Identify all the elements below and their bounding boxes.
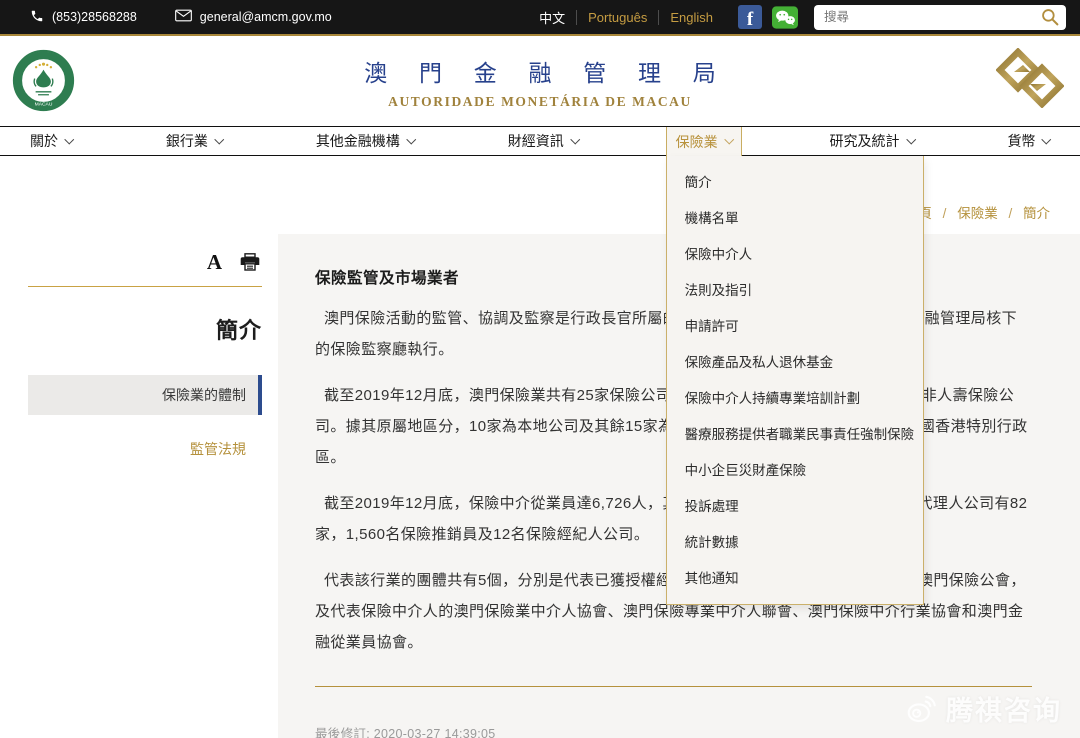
dropdown-menu-item[interactable]: 保險中介人持續專業培訓計劃 [667, 379, 923, 415]
search-input[interactable] [814, 5, 1066, 30]
nav-item-label: 銀行業 [166, 131, 208, 151]
search-icon[interactable] [1041, 8, 1059, 26]
site-title-chinese: 澳 門 金 融 管 理 局 [364, 54, 729, 88]
chevron-down-icon [570, 134, 579, 143]
dropdown-menu-item[interactable]: 其他通知 [667, 559, 923, 595]
nav-item[interactable]: 保險業 簡介機構名單保險中介人法則及指引申請許可保險產品及私人退休基金保險中介人… [666, 127, 743, 156]
site-header: MACAU 澳 門 金 融 管 理 局 AUTORIDADE MONETÁRIA… [0, 36, 1080, 126]
dropdown-menu-item[interactable]: 保險中介人 [667, 235, 923, 271]
print-icon[interactable] [240, 253, 260, 271]
dropdown-menu-item[interactable]: 投訴處理 [667, 487, 923, 523]
breadcrumb-label: 簡介 [1023, 206, 1050, 221]
dropdown-menu-item[interactable]: 簡介 [667, 163, 923, 199]
macau-emblem[interactable]: MACAU [12, 49, 75, 117]
dropdown-menu-item[interactable]: 法則及指引 [667, 271, 923, 307]
dropdown-menu-item[interactable]: 統計數據 [667, 523, 923, 559]
email-contact[interactable]: general@amcm.gov.mo [175, 9, 332, 25]
chevron-down-icon [724, 135, 733, 144]
nav-item-label: 財經資訊 [508, 131, 564, 151]
dropdown-menu-item[interactable]: 保險產品及私人退休基金 [667, 343, 923, 379]
social-links: f [738, 5, 798, 29]
nav-item[interactable]: 關於 [24, 127, 79, 155]
language-link[interactable]: Português [576, 10, 658, 25]
nav-item-label: 保險業 [676, 132, 718, 152]
breadcrumb-separator: / [943, 206, 947, 221]
phone-icon [30, 9, 44, 26]
nav-item-label: 研究及統計 [830, 131, 900, 151]
chevron-down-icon [406, 134, 415, 143]
facebook-icon[interactable]: f [738, 5, 762, 29]
nav-item[interactable]: 財經資訊 [502, 127, 585, 155]
main-navigation: 關於 銀行業 其他金融機構 財經資訊 保險業 簡介機構名單保險中介人 [0, 126, 1080, 156]
dropdown-menu-item[interactable]: 醫療服務提供者職業民事責任強制保險 [667, 415, 923, 451]
phone-number: (853)28568288 [52, 10, 137, 24]
sidebar-menu: 保險業的體制監管法規 [28, 375, 278, 459]
dropdown-menu-item[interactable]: 機構名單 [667, 199, 923, 235]
page: (853)28568288 general@amcm.gov.mo 中文Port… [0, 0, 1080, 738]
last-modified: 最後修訂: 2020-03-27 14:39:05 [315, 723, 1032, 738]
nav-item[interactable]: 研究及統計 [824, 127, 921, 155]
chevron-down-icon [65, 134, 74, 143]
breadcrumb-item[interactable]: / 簡介 [1001, 206, 1050, 221]
nav-item-label: 其他金融機構 [316, 131, 400, 151]
wechat-icon[interactable] [772, 6, 798, 29]
site-title-portuguese: AUTORIDADE MONETÁRIA DE MACAU [351, 94, 729, 110]
sidebar-divider [28, 286, 262, 287]
page-tools: A [28, 246, 278, 278]
site-title: 澳 門 金 融 管 理 局 AUTORIDADE MONETÁRIA DE MA… [351, 54, 729, 110]
language-switcher: 中文PortuguêsEnglish [528, 8, 724, 27]
font-size-icon[interactable]: A [207, 252, 222, 273]
breadcrumb-separator: / [1008, 206, 1012, 221]
sidebar-menu-item[interactable]: 保險業的體制 [28, 375, 262, 415]
breadcrumb-item[interactable]: / 保險業 [936, 206, 1002, 221]
breadcrumb-label: 保險業 [957, 206, 998, 221]
article-divider [315, 686, 1032, 687]
sidebar: A 簡介 保險業的體制監管法規 [0, 234, 278, 738]
nav-item-label: 關於 [30, 131, 58, 151]
language-link[interactable]: English [658, 10, 724, 25]
dropdown-menu-item[interactable]: 中小企巨災財產保險 [667, 451, 923, 487]
insurance-dropdown-menu: 簡介機構名單保險中介人法則及指引申請許可保險產品及私人退休基金保險中介人持續專業… [666, 156, 924, 605]
nav-item[interactable]: 貨幣 [1001, 127, 1056, 155]
svg-text:MACAU: MACAU [35, 102, 53, 108]
phone-contact[interactable]: (853)28568288 [30, 9, 137, 26]
top-utility-bar: (853)28568288 general@amcm.gov.mo 中文Port… [0, 0, 1080, 36]
search-box [814, 5, 1066, 30]
sidebar-heading: 簡介 [28, 313, 262, 345]
email-address: general@amcm.gov.mo [200, 10, 332, 24]
envelope-icon [175, 9, 192, 25]
nav-item[interactable]: 銀行業 [160, 127, 229, 155]
nav-item[interactable]: 其他金融機構 [310, 127, 421, 155]
chevron-down-icon [906, 134, 915, 143]
chevron-down-icon [215, 134, 224, 143]
language-link[interactable]: 中文 [528, 8, 576, 27]
dropdown-menu-item[interactable]: 申請許可 [667, 307, 923, 343]
sidebar-menu-item[interactable]: 監管法規 [28, 439, 262, 459]
nav-item-label: 貨幣 [1007, 131, 1035, 151]
amcm-diamond-logo [996, 48, 1064, 113]
chevron-down-icon [1042, 134, 1051, 143]
